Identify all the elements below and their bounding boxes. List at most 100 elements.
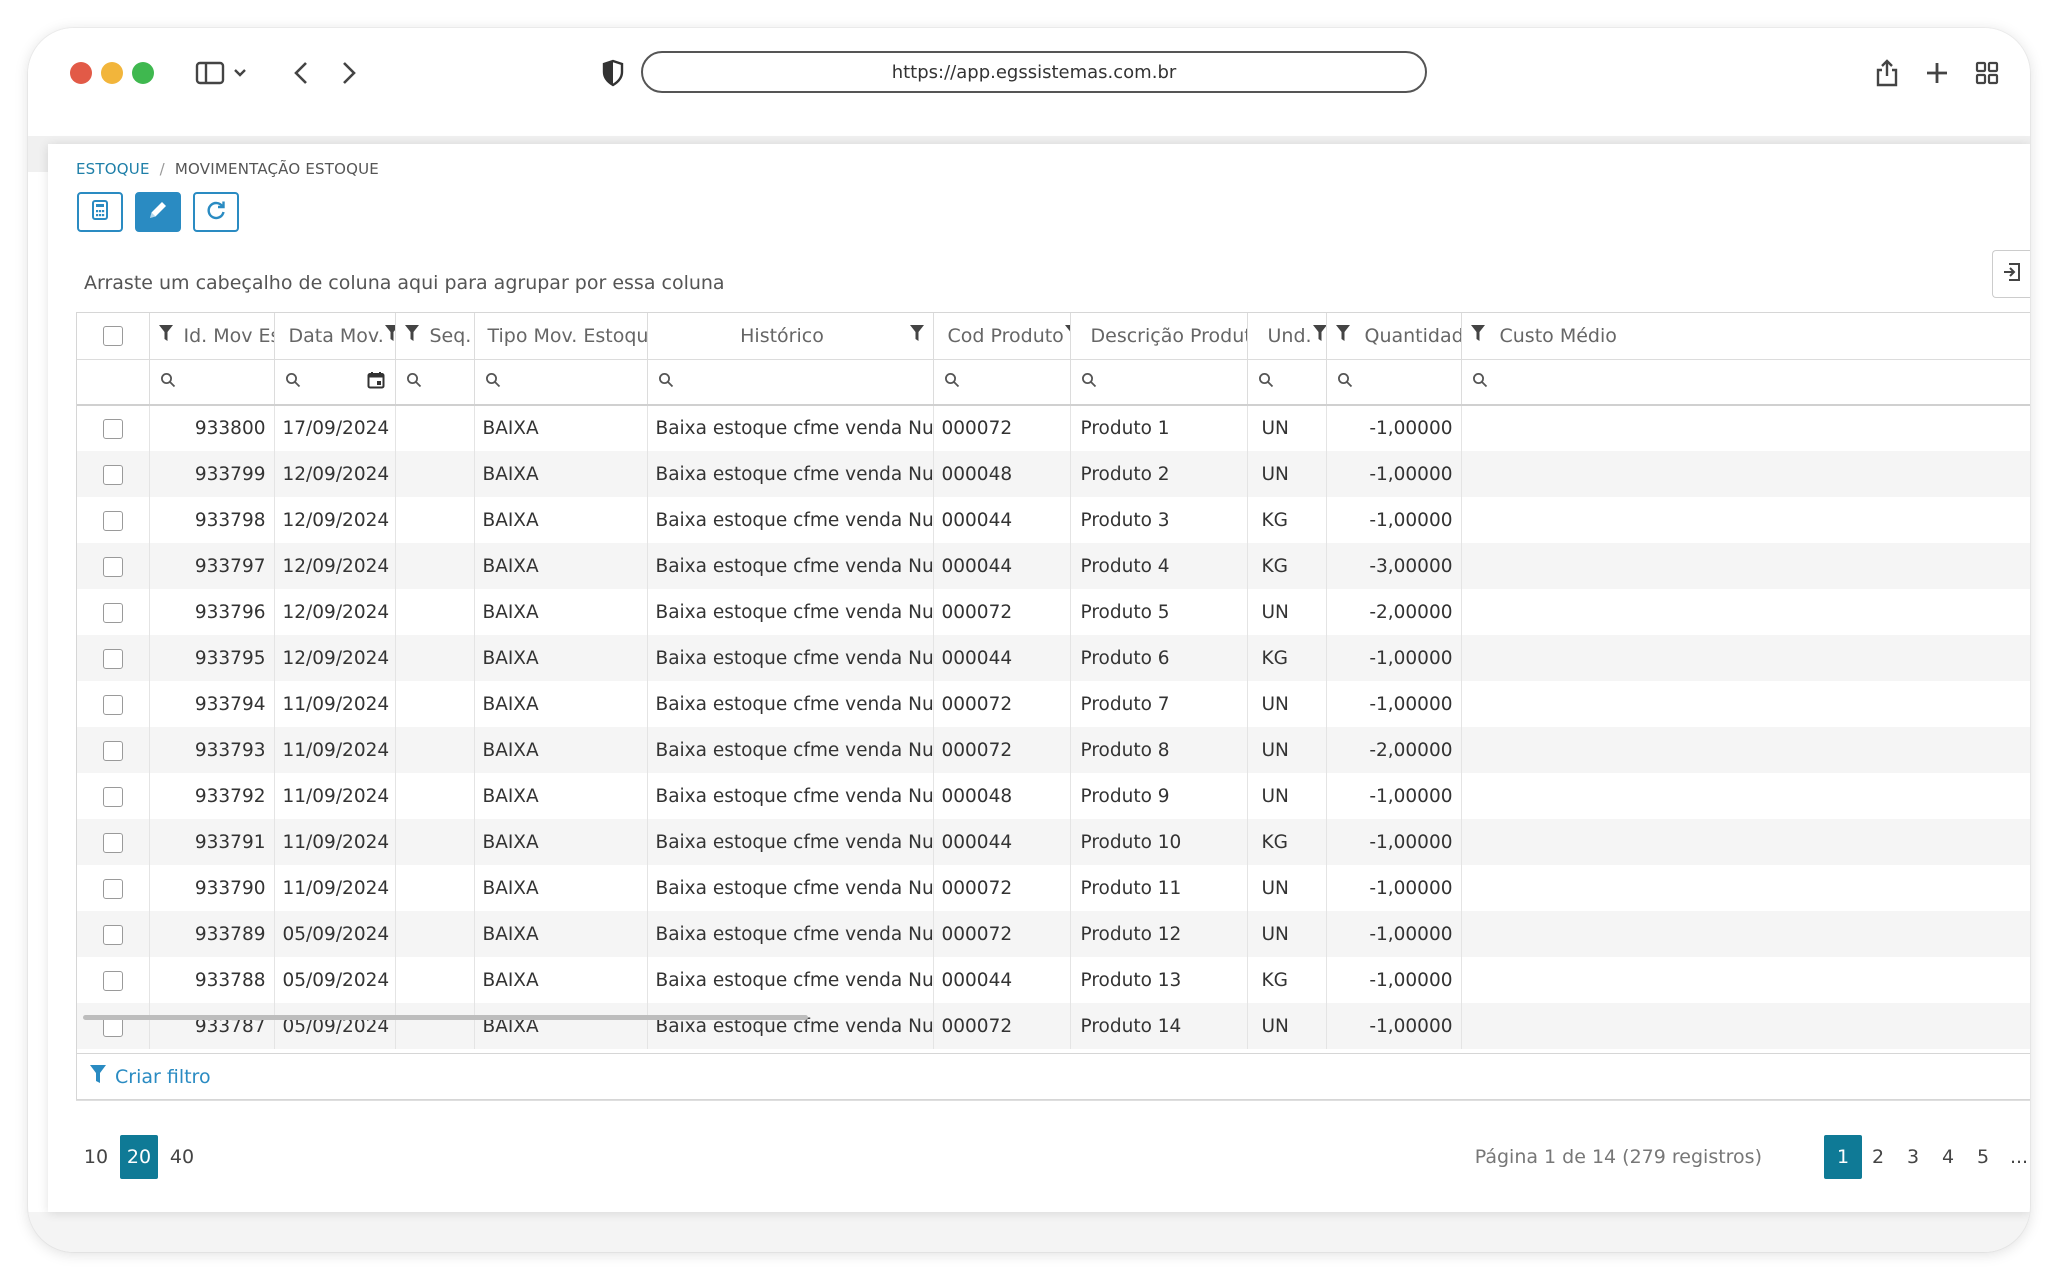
cod-produto-cell: 000048 (933, 451, 1071, 497)
window-minimize-button[interactable] (101, 62, 123, 84)
table-row[interactable]: 933798 12/09/2024 BAIXA Baixa estoque cfme … (77, 497, 2030, 543)
column-header-cod-produto[interactable]: Cod Produto (933, 313, 1071, 360)
page-size-40[interactable]: 40 (158, 1135, 206, 1179)
column-header-date[interactable]: Data Mov. (274, 313, 396, 360)
back-arrow-icon[interactable] (286, 56, 316, 90)
page-3[interactable]: 3 (1894, 1135, 1932, 1179)
table-row[interactable]: 933793 11/09/2024 BAIXA Baixa estoque cfme … (77, 727, 2030, 773)
filter-icon[interactable] (384, 324, 394, 347)
tipo-cell: BAIXA (474, 773, 648, 819)
tipo-cell: BAIXA (474, 727, 648, 773)
page-size-10[interactable]: 10 (72, 1135, 120, 1179)
date-cell: 11/09/2024 (274, 819, 396, 865)
table-row[interactable]: 933800 17/09/2024 BAIXA Baixa estoque cfme … (77, 405, 2030, 451)
custo-cell (1461, 497, 2030, 543)
row-checkbox[interactable] (102, 740, 123, 761)
table-row[interactable]: 933787 05/09/2024 BAIXA Baixa estoque cfme … (77, 1003, 2030, 1049)
tipo-cell: BAIXA (474, 911, 648, 957)
filter-icon[interactable] (1335, 324, 1351, 347)
refresh-button[interactable] (193, 192, 239, 232)
shield-icon[interactable] (598, 56, 628, 90)
filter-cell[interactable] (1247, 359, 1327, 406)
filter-cell[interactable] (274, 359, 396, 406)
table-row[interactable]: 933797 12/09/2024 BAIXA Baixa estoque cfme … (77, 543, 2030, 589)
filter-cell[interactable] (395, 359, 475, 406)
id-cell: 933797 (149, 543, 275, 589)
table-row[interactable]: 933788 05/09/2024 BAIXA Baixa estoque cfme … (77, 957, 2030, 1003)
table-row[interactable]: 933796 12/09/2024 BAIXA Baixa estoque cfme … (77, 589, 2030, 635)
table-row[interactable]: 933794 11/09/2024 BAIXA Baixa estoque cfme … (77, 681, 2030, 727)
select-all-checkbox[interactable] (102, 326, 123, 347)
row-checkbox[interactable] (102, 924, 123, 945)
filter-cell[interactable] (647, 359, 934, 406)
row-checkbox[interactable] (102, 970, 123, 991)
row-checkbox[interactable] (102, 464, 123, 485)
row-checkbox[interactable] (102, 786, 123, 807)
table-row[interactable]: 933791 11/09/2024 BAIXA Baixa estoque cfme … (77, 819, 2030, 865)
filter-icon[interactable] (909, 324, 925, 347)
page-5[interactable]: 5 (1964, 1135, 2002, 1179)
row-checkbox[interactable] (102, 878, 123, 899)
row-checkbox[interactable] (102, 602, 123, 623)
table-row[interactable]: 933790 11/09/2024 BAIXA Baixa estoque cfme … (77, 865, 2030, 911)
filter-icon[interactable] (1470, 324, 1486, 347)
breadcrumb-root[interactable]: ESTOQUE (76, 160, 150, 178)
row-checkbox[interactable] (102, 648, 123, 669)
new-tab-icon[interactable] (1922, 56, 1952, 90)
sidebar-toggle-icon[interactable] (193, 56, 253, 90)
column-chooser-button[interactable] (1992, 250, 2030, 298)
page-size-20[interactable]: 20 (120, 1135, 158, 1179)
tab-overview-icon[interactable] (1972, 56, 2002, 90)
table-row[interactable]: 933799 12/09/2024 BAIXA Baixa estoque cfme … (77, 451, 2030, 497)
page-4[interactable]: 4 (1929, 1135, 1967, 1179)
column-header-seq[interactable]: Seq. (395, 313, 475, 360)
window-close-button[interactable] (70, 62, 92, 84)
calendar-icon[interactable] (367, 371, 385, 393)
filter-cell[interactable] (1326, 359, 1462, 406)
cod-produto-cell: 000044 (933, 543, 1071, 589)
forward-arrow-icon[interactable] (334, 56, 364, 90)
table-row[interactable]: 933792 11/09/2024 BAIXA Baixa estoque cfme … (77, 773, 2030, 819)
window-zoom-button[interactable] (132, 62, 154, 84)
seq-cell (395, 589, 475, 635)
column-header-custo[interactable]: Custo Médio (1461, 313, 2030, 360)
und-cell: UN (1247, 451, 1327, 497)
create-filter-link[interactable]: Criar filtro (115, 1066, 211, 1088)
descricao-cell: Produto 8 (1070, 727, 1248, 773)
column-header-historico[interactable]: Histórico (647, 313, 934, 360)
cod-produto-cell: 000072 (933, 589, 1071, 635)
row-checkbox[interactable] (102, 694, 123, 715)
row-checkbox[interactable] (102, 510, 123, 531)
edit-button[interactable] (135, 192, 181, 232)
filter-cell[interactable] (933, 359, 1071, 406)
filter-cell[interactable] (149, 359, 275, 406)
column-header-tipo[interactable]: Tipo Mov. Estoque (474, 313, 648, 360)
filter-icon[interactable] (158, 324, 174, 347)
table-row[interactable]: 933789 05/09/2024 BAIXA Baixa estoque cfme … (77, 911, 2030, 957)
group-panel-hint[interactable]: Arraste um cabeçalho de coluna aqui para… (84, 272, 725, 294)
horizontal-scrollbar[interactable] (83, 1015, 808, 1020)
page-more[interactable]: ... (2000, 1135, 2030, 1179)
cod-produto-cell: 000044 (933, 497, 1071, 543)
column-header-quantidade[interactable]: Quantidade (1326, 313, 1462, 360)
calculator-button[interactable] (77, 192, 123, 232)
column-header-id[interactable]: Id. Mov Est. (149, 313, 275, 360)
quantidade-cell: -3,00000 (1326, 543, 1462, 589)
table-row[interactable]: 933795 12/09/2024 BAIXA Baixa estoque cfme … (77, 635, 2030, 681)
date-cell: 12/09/2024 (274, 543, 396, 589)
column-header-descricao[interactable]: Descrição Produto (1070, 313, 1248, 360)
column-header-und[interactable]: Und. (1247, 313, 1327, 360)
filter-icon[interactable] (1312, 324, 1325, 347)
page-1[interactable]: 1 (1824, 1135, 1862, 1179)
filter-icon[interactable] (404, 324, 420, 347)
address-bar[interactable]: https://app.egssistemas.com.br (641, 51, 1427, 93)
filter-cell[interactable] (1070, 359, 1248, 406)
share-icon[interactable] (1872, 56, 1902, 90)
filter-cell[interactable] (1461, 359, 2030, 406)
row-checkbox[interactable] (102, 832, 123, 853)
row-checkbox[interactable] (102, 419, 123, 439)
filter-cell[interactable] (474, 359, 648, 406)
row-checkbox[interactable] (102, 556, 123, 577)
page-2[interactable]: 2 (1859, 1135, 1897, 1179)
custo-cell (1461, 727, 2030, 773)
